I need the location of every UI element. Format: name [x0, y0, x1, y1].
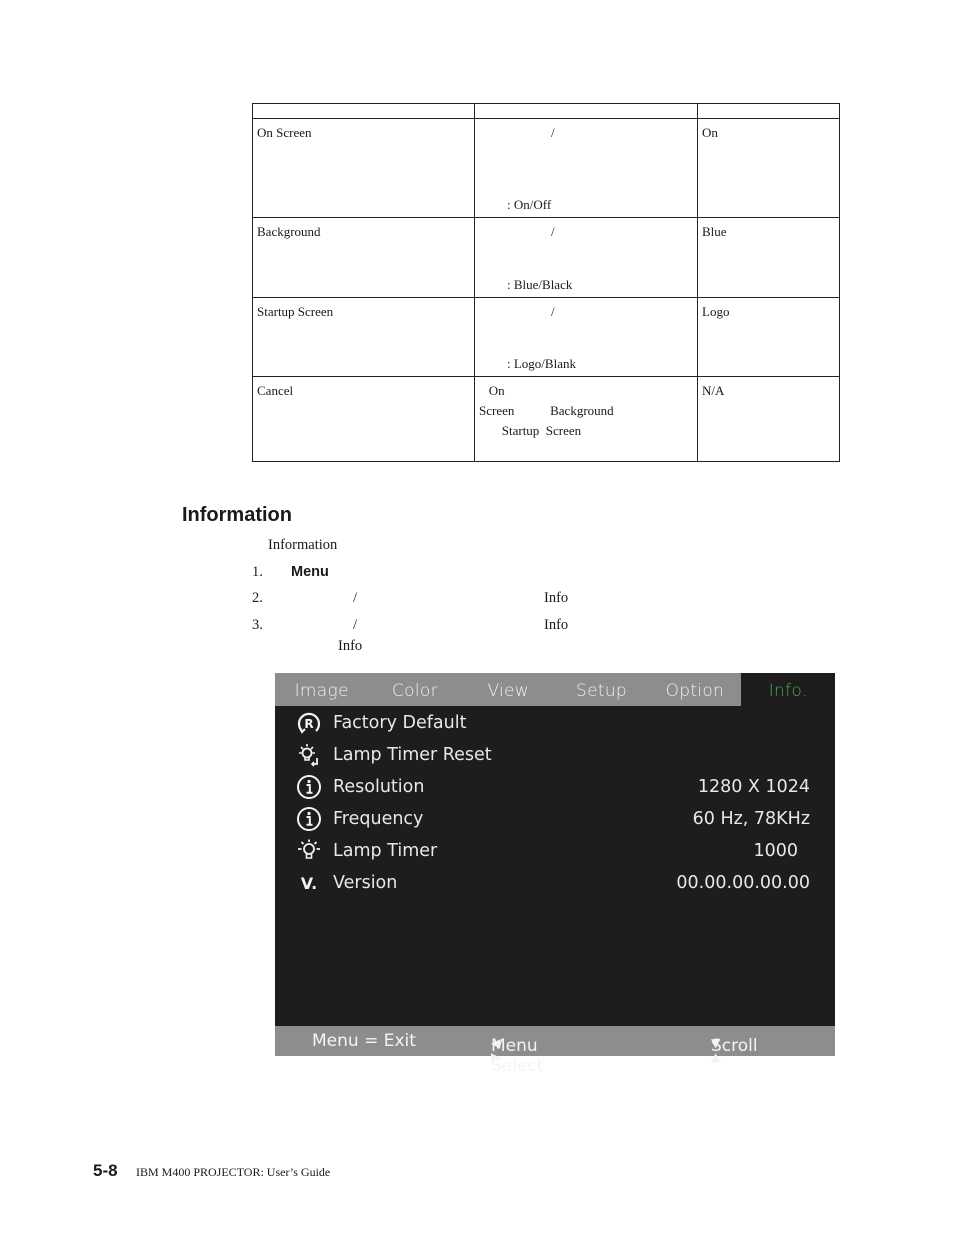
menu-item-label: Lamp Timer Reset: [333, 745, 492, 765]
menu-item-factory-default[interactable]: R Factory Default: [295, 708, 810, 738]
table-header-row: [252, 103, 840, 119]
menu-item-version: V. Version 00.00.00.00.00: [295, 868, 810, 898]
step-number: 2.: [252, 590, 263, 606]
description-line: On: [479, 383, 505, 398]
svg-text:V.: V.: [301, 874, 317, 893]
header-cell: [697, 103, 840, 119]
factory-reset-icon: R: [295, 709, 323, 737]
info-icon: [295, 805, 323, 833]
setting-options: : On/Off: [507, 197, 552, 212]
menu-item-lamp-timer-reset[interactable]: Lamp Timer Reset: [295, 740, 810, 770]
tab-view[interactable]: View: [462, 673, 555, 706]
setting-default: Blue: [697, 217, 840, 298]
menu-item-resolution: Resolution 1280 X 1024: [295, 772, 810, 802]
menu-item-label: Version: [333, 873, 398, 893]
lamp-timer-value: 1000: [753, 841, 798, 861]
slash-text: /: [551, 224, 555, 239]
section-intro: Information: [268, 537, 338, 553]
slash-text: /: [353, 617, 358, 633]
settings-table: On Screen / : On/Off On Background / : B…: [252, 103, 840, 462]
tab-image[interactable]: Image: [275, 673, 368, 706]
osd-tab-bar: Image Color View Setup Option Info.: [275, 673, 835, 706]
setting-name: Background: [252, 217, 475, 298]
version-value: 00.00.00.00.00: [676, 873, 810, 893]
osd-info-menu: Image Color View Setup Option Info. R Fa…: [275, 673, 835, 1076]
menu-item-label: Resolution: [333, 777, 425, 797]
document-title: IBM M400 PROJECTOR: User’s Guide: [136, 1165, 331, 1179]
step-number: 3.: [252, 617, 263, 633]
tab-info[interactable]: Info.: [741, 673, 835, 706]
description-line: Startup Screen: [479, 423, 582, 438]
menu-item-label: Frequency: [333, 809, 424, 829]
menu-item-label: Lamp Timer: [333, 841, 438, 861]
setting-description: / : Logo/Blank: [474, 297, 698, 377]
frequency-value: 60 Hz, 78KHz: [692, 809, 810, 829]
version-icon: V.: [295, 869, 323, 897]
table-row: Background / : Blue/Black Blue: [252, 217, 840, 298]
tab-option[interactable]: Option: [648, 673, 741, 706]
slash-text: /: [551, 125, 555, 140]
table-row: Cancel On Screen Background Startup Scre…: [252, 376, 840, 462]
setting-default: Logo: [697, 297, 840, 377]
slash-text: /: [353, 590, 358, 606]
menu-keyword: Menu: [291, 564, 329, 580]
menu-item-frequency: Frequency 60 Hz, 78KHz: [295, 804, 810, 834]
tab-setup[interactable]: Setup: [555, 673, 648, 706]
setting-options: : Blue/Black: [507, 277, 573, 292]
info-keyword: Info: [544, 590, 569, 606]
down-up-arrows-icon: ▼ ▲: [711, 1036, 721, 1064]
setting-description: / : Blue/Black: [474, 217, 698, 298]
section-title: Information: [182, 504, 292, 526]
svg-text:R: R: [304, 717, 313, 731]
table-row: On Screen / : On/Off On: [252, 118, 840, 218]
setting-description: / : On/Off: [474, 118, 698, 218]
menu-item-lamp-timer: Lamp Timer 1000: [295, 836, 810, 866]
step-continuation: Info: [338, 638, 363, 654]
lamp-icon: [295, 837, 323, 865]
osd-footer-bar: Menu = Exit Menu Select ◀ ▶ Scroll ▼ ▲: [275, 1026, 835, 1076]
lamp-reset-icon: [295, 741, 323, 769]
info-keyword: Info: [544, 617, 569, 633]
setting-name: Startup Screen: [252, 297, 475, 377]
table-row: Startup Screen / : Logo/Blank Logo: [252, 297, 840, 377]
exit-hint: Menu = Exit: [312, 1031, 416, 1051]
tab-color[interactable]: Color: [368, 673, 461, 706]
description-line: Screen Background: [479, 403, 614, 418]
header-cell: [474, 103, 698, 119]
step-number: 1.: [252, 564, 263, 580]
resolution-value: 1280 X 1024: [697, 777, 810, 797]
slash-text: /: [551, 304, 555, 319]
menu-item-label: Factory Default: [333, 713, 467, 733]
setting-default: N/A: [697, 376, 840, 462]
setting-name: Cancel: [252, 376, 475, 462]
page-number: 5-8: [93, 1161, 118, 1180]
setting-options: : Logo/Blank: [507, 356, 576, 371]
left-right-arrows-icon: ◀ ▶: [491, 1036, 501, 1064]
setting-description: On Screen Background Startup Screen: [474, 376, 698, 462]
info-icon: [295, 773, 323, 801]
setting-name: On Screen: [252, 118, 475, 218]
header-cell: [252, 103, 475, 119]
setting-default: On: [697, 118, 840, 218]
